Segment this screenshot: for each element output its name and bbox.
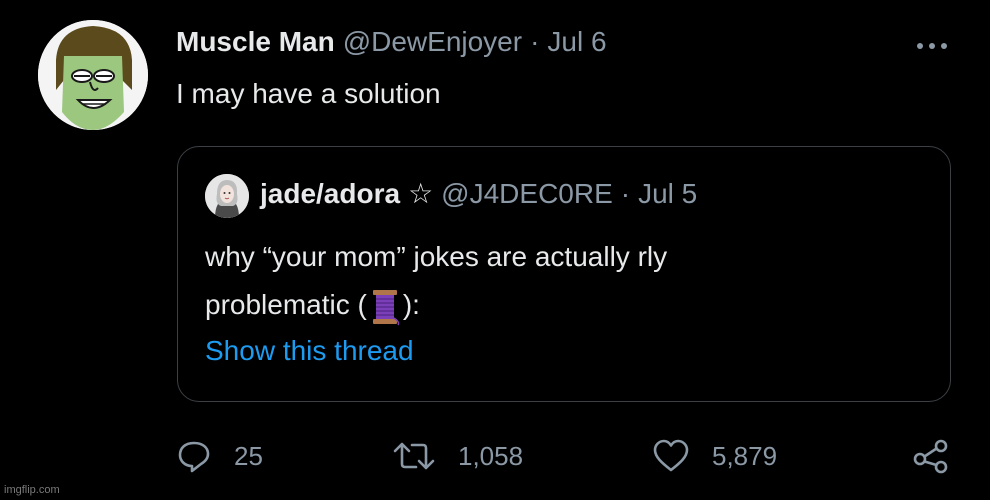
quoted-text-line-2-start: problematic ( xyxy=(205,289,367,320)
star-badge: ☆ xyxy=(408,178,434,209)
author-name[interactable]: Muscle Man xyxy=(176,26,335,58)
share-icon xyxy=(913,439,948,474)
heart-icon xyxy=(653,439,689,472)
post-date[interactable]: Jul 6 xyxy=(547,26,606,58)
reply-icon xyxy=(178,441,210,473)
more-options-button[interactable] xyxy=(912,36,952,56)
retweet-button[interactable]: 1,058 xyxy=(392,436,523,476)
quoted-avatar-image xyxy=(205,174,249,218)
separator-dot: · xyxy=(530,26,540,57)
share-button[interactable] xyxy=(912,436,950,476)
watermark: imgflip.com xyxy=(4,484,60,496)
quoted-author-name[interactable]: jade/adora xyxy=(260,178,400,210)
quoted-author-avatar[interactable] xyxy=(205,174,249,218)
reply-button[interactable]: 25 xyxy=(176,436,263,476)
quoted-author-handle[interactable]: @J4DEC0RE xyxy=(441,178,613,210)
tweet: Muscle Man @DewEnjoyer · Jul 6 I may hav… xyxy=(0,0,990,500)
post-text: I may have a solution xyxy=(176,78,441,109)
more-dots-icon xyxy=(917,43,947,49)
action-bar: 25 1,058 5,879 xyxy=(0,436,990,476)
author-handle[interactable]: @DewEnjoyer xyxy=(343,26,522,58)
thread-spool-icon xyxy=(372,289,400,326)
quoted-header: jade/adora ☆ @J4DEC0RE · Jul 5 xyxy=(260,177,697,210)
show-thread-link[interactable]: Show this thread xyxy=(205,335,414,367)
quoted-date[interactable]: Jul 5 xyxy=(638,178,697,210)
avatar-image xyxy=(38,20,148,130)
quoted-text-line-2-end: ): xyxy=(402,289,420,320)
retweet-count: 1,058 xyxy=(458,440,524,471)
like-button[interactable]: 5,879 xyxy=(652,436,777,476)
retweet-icon xyxy=(393,442,435,470)
like-count: 5,879 xyxy=(712,440,778,471)
quoted-tweet[interactable]: jade/adora ☆ @J4DEC0RE · Jul 5 why “your… xyxy=(177,146,951,402)
quoted-separator-dot: · xyxy=(620,178,631,209)
post-header: Muscle Man @DewEnjoyer · Jul 6 xyxy=(176,26,607,66)
author-avatar[interactable] xyxy=(38,20,148,130)
quoted-text: why “your mom” jokes are actually rly pr… xyxy=(205,233,905,329)
quoted-text-line-2: problematic ( ): xyxy=(205,281,905,329)
quoted-text-line-1: why “your mom” jokes are actually rly xyxy=(205,241,668,272)
reply-count: 25 xyxy=(234,440,263,471)
